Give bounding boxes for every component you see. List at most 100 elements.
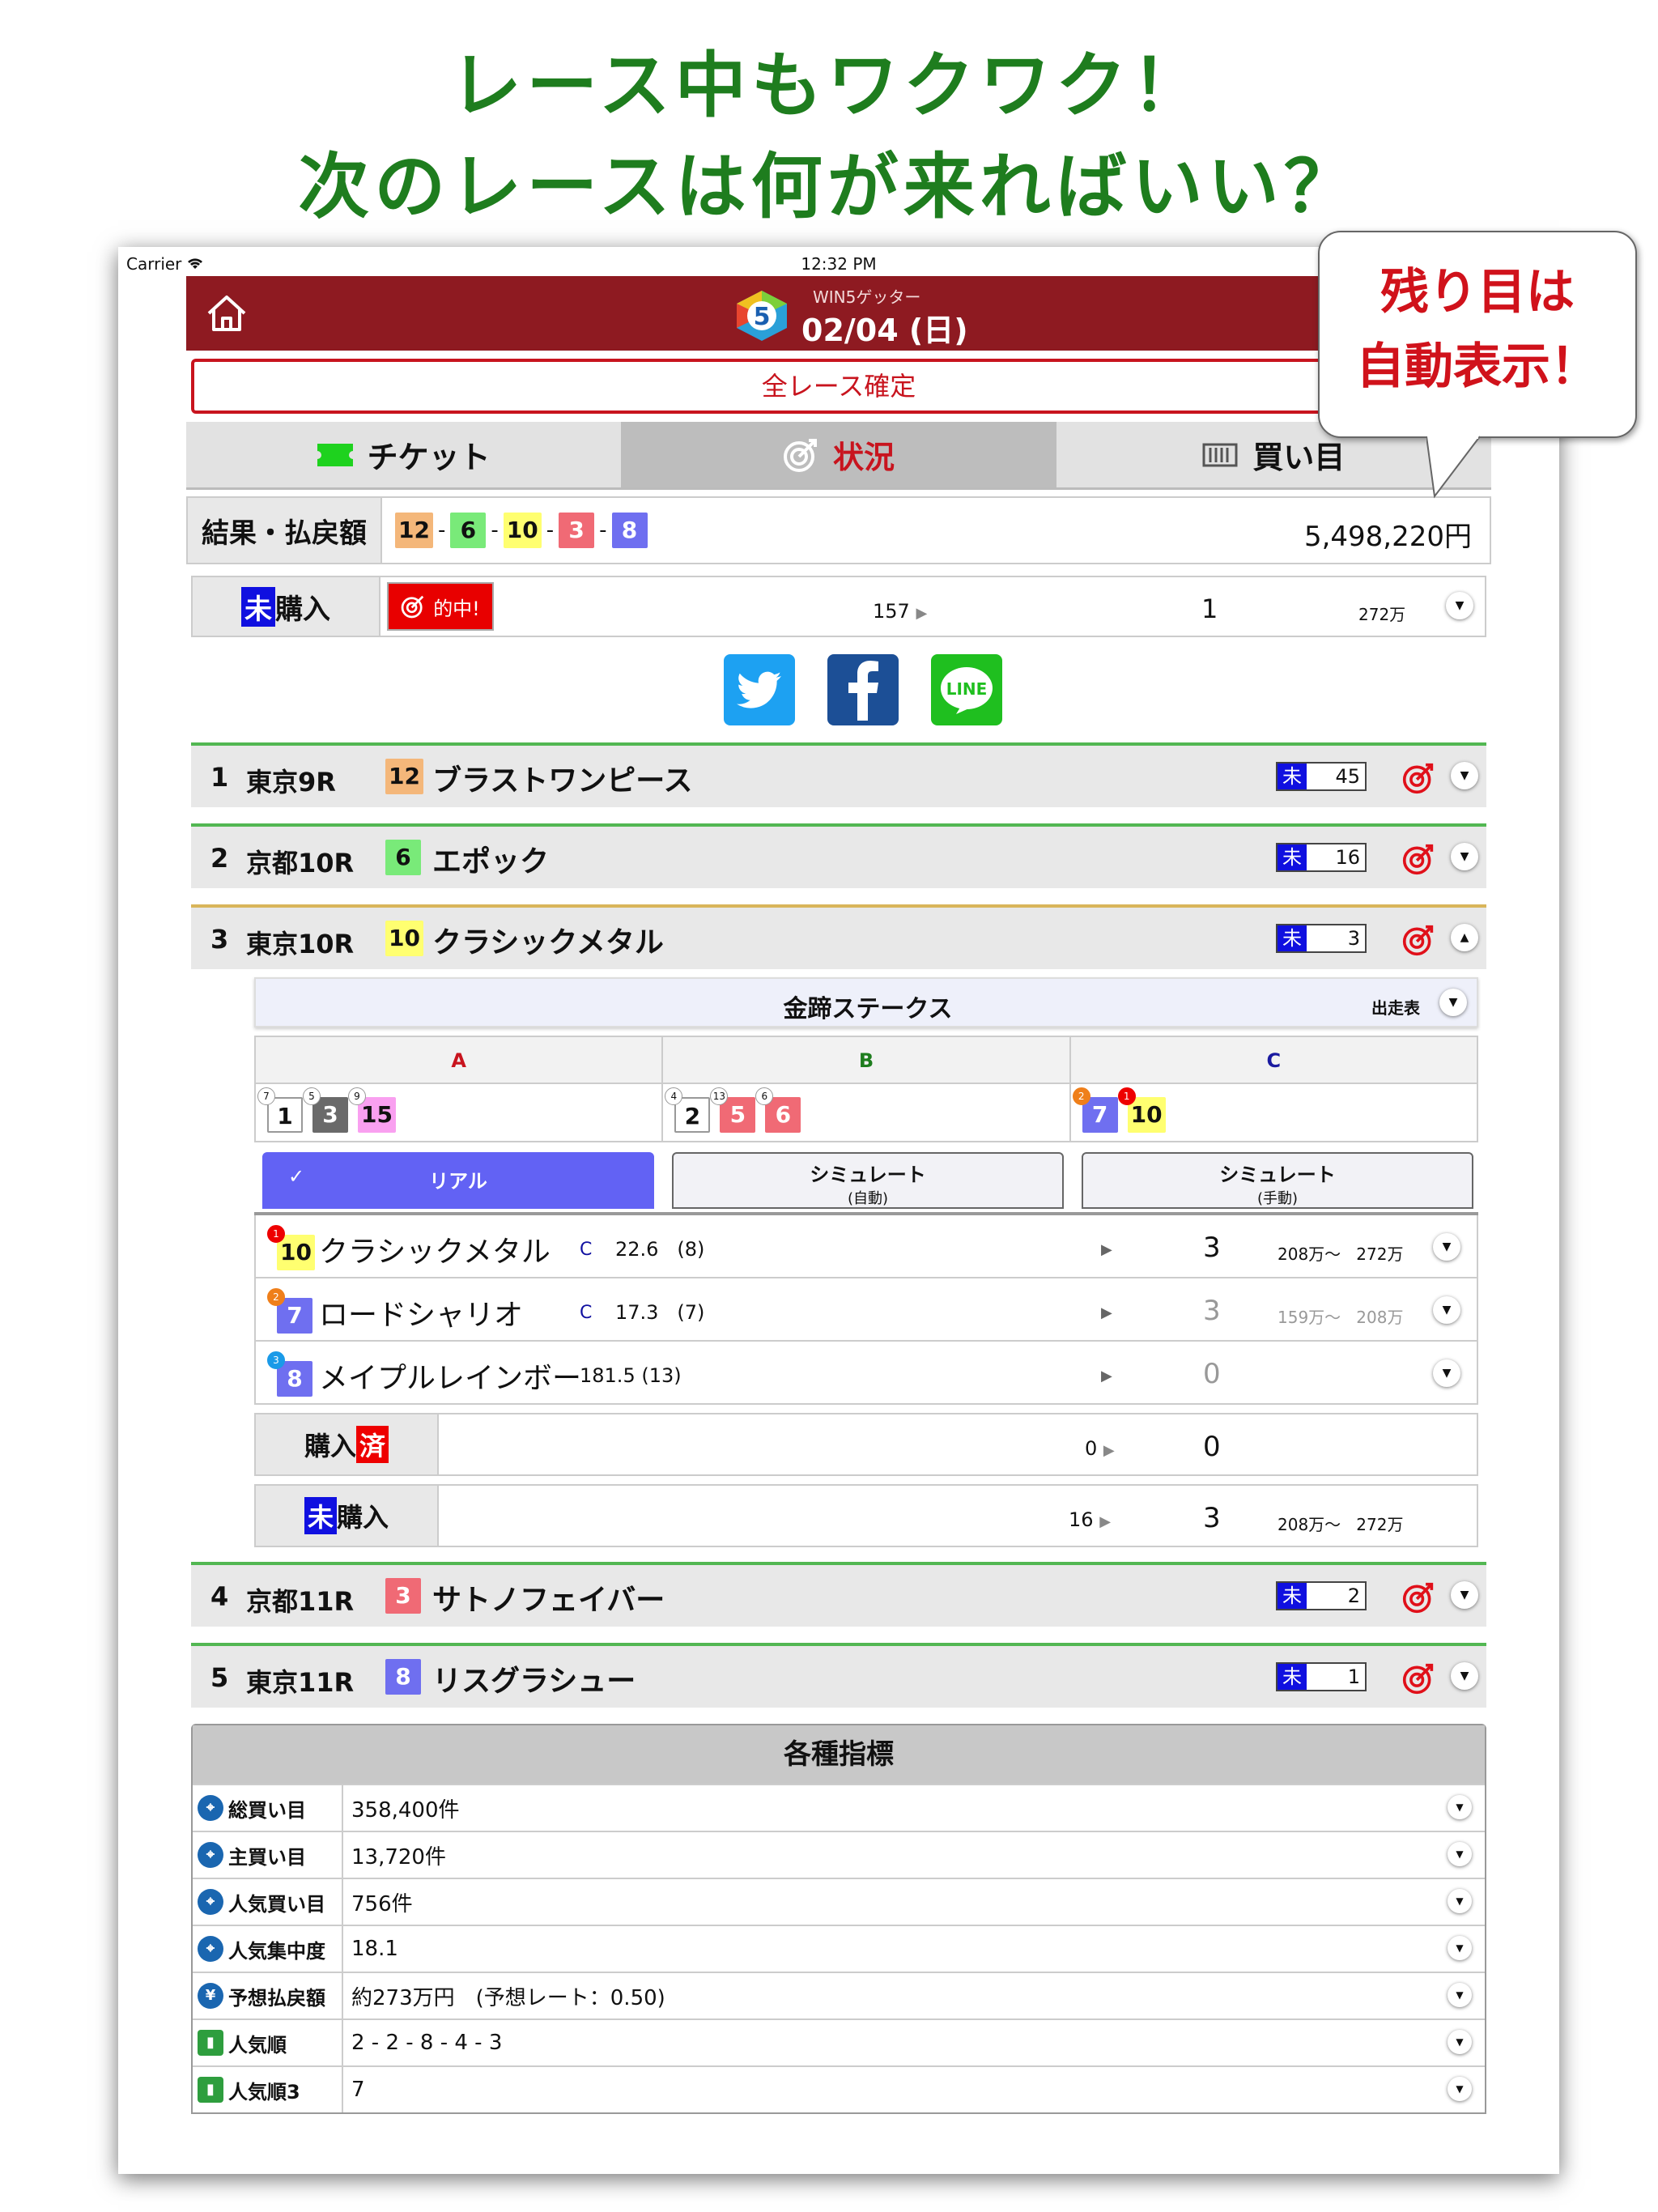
race-row-expanded[interactable]: 3 東京10R 10 クラシックメタル 未3 ▲: [191, 904, 1486, 969]
metric-row[interactable]: ⌖ 総買い目 358,400件 ▼: [193, 1784, 1485, 1831]
chevron-up-icon[interactable]: ▲: [1451, 924, 1478, 951]
horse-chip[interactable]: 9 15: [348, 1087, 396, 1133]
mi-badge: 未: [1278, 925, 1307, 951]
purchased-count: 0 ▶: [1085, 1437, 1115, 1460]
social-share: LINE: [186, 637, 1491, 742]
hit-badge: 的中!: [387, 582, 494, 631]
result-row: 結果・払戻額 12- 6- 10- 3- 8 5,498,220円: [186, 496, 1491, 564]
chevron-down-icon[interactable]: ▼: [1451, 843, 1478, 870]
unpurchased-label: 未購入: [193, 577, 380, 636]
chevron-down-icon[interactable]: ▼: [1451, 1662, 1478, 1690]
play-icon: ▶: [1101, 1241, 1112, 1258]
popularity-badge: 3: [267, 1351, 285, 1369]
race-number: 1: [210, 762, 229, 793]
metric-row[interactable]: ⌖ 人気集中度 18.1 ▼: [193, 1925, 1485, 1972]
chevron-down-icon[interactable]: ▼: [1448, 1983, 1472, 2007]
chevron-down-icon[interactable]: ▼: [1448, 1795, 1472, 1819]
race-row[interactable]: 5 東京11R 8 リスグラシュー 未1 ▼: [191, 1643, 1486, 1708]
entry-table-link[interactable]: 出走表: [1371, 995, 1420, 1019]
winner-number: 3: [385, 1578, 421, 1614]
unpurchased-row[interactable]: 未購入 的中! 157 ▶ 1 272万 ▼: [191, 576, 1486, 637]
popularity-badge: 2: [267, 1288, 285, 1306]
mi-badge: 未: [304, 1497, 337, 1534]
metric-row[interactable]: ▮ 人気順3 7 ▼: [193, 2065, 1485, 2112]
winner-name: エポック: [432, 845, 550, 878]
race-row[interactable]: 4 京都11R 3 サトノフェイバー 未2 ▼: [191, 1562, 1486, 1627]
chevron-down-icon[interactable]: ▼: [1433, 1233, 1460, 1261]
winner-number: 12: [385, 759, 423, 794]
tab-bar: チケット 状況 買い目: [186, 422, 1491, 490]
metric-row[interactable]: ¥ 予想払戻額 約273万円 (予想レート：0.50) ▼: [193, 1972, 1485, 2018]
remaining-value: 0: [1203, 1358, 1221, 1390]
horse-row[interactable]: 27 ロードシャリオ C 17.3 (7) ▶ 3 159万～ 208万 ▼: [254, 1278, 1478, 1342]
horse-chip[interactable]: 53: [303, 1087, 348, 1133]
horse-chip[interactable]: 71: [257, 1087, 303, 1133]
metric-row[interactable]: ⌖ 人気買い目 756件 ▼: [193, 1878, 1485, 1925]
winner-number: 10: [385, 921, 423, 956]
race-venue: 東京9R: [246, 767, 336, 798]
metric-value: 756件: [351, 1891, 413, 1916]
horse-list: 1 10 クラシックメタル C 22.6 (8) ▶ 3 208万～ 272万 ▼…: [254, 1212, 1478, 1405]
chevron-down-icon[interactable]: ▼: [1446, 592, 1473, 619]
chevron-down-icon[interactable]: ▼: [1448, 2077, 1472, 2101]
chevron-down-icon[interactable]: ▼: [1448, 1936, 1472, 1960]
mi-badge: 未: [1278, 1664, 1307, 1690]
tab-status[interactable]: 状況: [621, 422, 1056, 487]
mode-real-button[interactable]: ✓ リアル: [262, 1152, 654, 1209]
all-races-confirmed-button[interactable]: 全レース確定: [191, 359, 1486, 414]
callout-tail: [1426, 435, 1481, 499]
chevron-down-icon[interactable]: ▼: [1448, 1842, 1472, 1866]
metric-label: 主買い目: [228, 1845, 306, 1869]
metric-label: 人気買い目: [228, 1892, 325, 1916]
race-number: 2: [210, 843, 229, 874]
purchased-row: 購入済 0 ▶ 0: [254, 1413, 1478, 1476]
horse-row[interactable]: 1 10 クラシックメタル C 22.6 (8) ▶ 3 208万～ 272万 ▼: [254, 1215, 1478, 1278]
chevron-down-icon[interactable]: ▼: [1451, 1581, 1478, 1609]
race-date: 02/04 (日): [801, 313, 968, 348]
metric-row[interactable]: ⌖ 主買い目 13,720件 ▼: [193, 1831, 1485, 1878]
target-icon[interactable]: [1402, 1662, 1435, 1695]
chevron-down-icon[interactable]: ▼: [1448, 2030, 1472, 2054]
remaining-count: 16: [1307, 844, 1365, 870]
app-header: 5 WIN5ゲッター 02/04 (日): [186, 276, 1491, 351]
horse-chip[interactable]: 13 5: [710, 1087, 756, 1133]
race-venue: 東京10R: [246, 929, 355, 959]
result-separator: -: [491, 518, 499, 542]
twitter-icon[interactable]: [724, 654, 795, 725]
race-row[interactable]: 1 東京9R 12 ブラストワンピース 未 45 ▼: [191, 742, 1486, 807]
line-icon[interactable]: LINE: [931, 654, 1002, 725]
horse-name: クラシックメタル: [319, 1236, 551, 1269]
chevron-down-icon[interactable]: ▼: [1448, 1889, 1472, 1913]
facebook-icon[interactable]: [827, 654, 899, 725]
remaining-box: 未3: [1276, 924, 1367, 953]
tab-status-label: 状況: [832, 440, 895, 475]
tab-ticket[interactable]: チケット: [186, 422, 622, 487]
home-icon[interactable]: [206, 294, 248, 333]
remaining-count: 157 ▶: [873, 600, 928, 623]
chevron-down-icon[interactable]: ▼: [1433, 1296, 1460, 1324]
hit-label: 的中!: [433, 597, 480, 620]
mode-sim-auto-button[interactable]: シミュレート (自動): [672, 1152, 1064, 1209]
target-icon[interactable]: [1402, 1581, 1435, 1614]
chevron-down-icon[interactable]: ▼: [1433, 1359, 1460, 1387]
target-icon[interactable]: [1402, 762, 1435, 794]
metric-row[interactable]: ▮ 人気順 2 - 2 - 8 - 4 - 3 ▼: [193, 2018, 1485, 2065]
horse-chip[interactable]: 27: [1072, 1087, 1118, 1133]
headline-line-1: レース中もワクワク！: [450, 44, 1208, 127]
winner-number: 6: [385, 840, 421, 875]
chevron-down-icon[interactable]: ▼: [1439, 989, 1467, 1016]
result-number: 12: [395, 513, 433, 548]
horse-row[interactable]: 38 メイプルレインボー 181.5 (13) ▶ 0 ▼: [254, 1342, 1478, 1405]
horse-chip[interactable]: 66: [755, 1087, 801, 1133]
tab-bets-label: 買い目: [1252, 440, 1346, 475]
mode-sim-manual-button[interactable]: シミュレート (手動): [1082, 1152, 1473, 1209]
target-icon[interactable]: [1402, 843, 1435, 875]
crosshair-icon: ⌖: [198, 1842, 223, 1868]
horse-chip[interactable]: 1 10: [1117, 1087, 1166, 1133]
mi-badge: 未: [1278, 844, 1307, 870]
race-venue: 京都11R: [246, 1586, 355, 1617]
target-icon[interactable]: [1402, 924, 1435, 956]
horse-chip[interactable]: 42: [665, 1087, 711, 1133]
chevron-down-icon[interactable]: ▼: [1451, 762, 1478, 789]
race-row[interactable]: 2 京都10R 6 エポック 未 16 ▼: [191, 823, 1486, 888]
